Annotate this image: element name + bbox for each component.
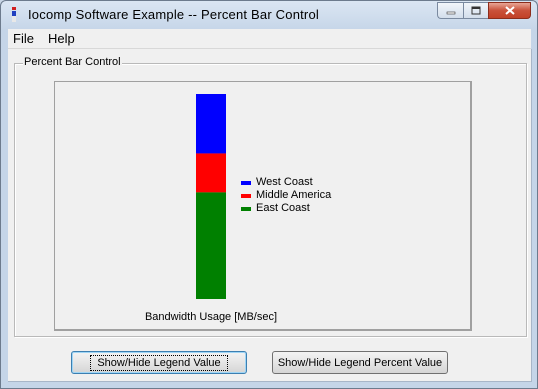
caption-buttons <box>437 2 531 20</box>
bar-title-label: Bandwidth Usage [MB/sec] <box>145 311 277 323</box>
close-button[interactable] <box>488 2 531 19</box>
legend-value-button-label: Show/Hide Legend Value <box>90 354 228 371</box>
groupbox-label: Percent Bar Control <box>23 56 122 68</box>
title-bar[interactable]: Iocomp Software Example -- Percent Bar C… <box>1 1 537 29</box>
legend-swatch <box>241 181 251 185</box>
legend-percent-button-label: Show/Hide Legend Percent Value <box>277 356 443 369</box>
window-title: Iocomp Software Example -- Percent Bar C… <box>28 7 319 22</box>
percent-bar-chart: West CoastMiddle AmericaEast Coast Bandwi… <box>145 94 332 323</box>
app-window: Iocomp Software Example -- Percent Bar C… <box>0 0 538 389</box>
bar-segment-west-coast <box>196 94 226 154</box>
bar-segment-middle-america <box>196 153 226 193</box>
bar-segment-east-coast <box>196 192 226 299</box>
close-icon <box>504 6 515 15</box>
minimize-icon <box>446 11 455 14</box>
app-icon <box>12 7 16 22</box>
maximize-button[interactable] <box>463 2 488 19</box>
legend-label: East Coast <box>256 202 310 214</box>
legend-swatch <box>241 194 251 198</box>
client-area: Percent Bar Control West Coast Middle Ame… <box>8 49 532 382</box>
menu-bar: File Help <box>8 29 531 49</box>
percent-bar-control[interactable]: West Coast Middle America East Coast Bandwi… <box>54 81 472 331</box>
percent-bar-groupbox: Percent Bar Control West Coast Middle Ame… <box>14 56 527 337</box>
show-hide-legend-percent-button[interactable]: Show/Hide Legend Percent Value <box>272 351 448 374</box>
minimize-button[interactable] <box>437 2 463 19</box>
menu-file[interactable]: File <box>13 31 34 46</box>
menu-help[interactable]: Help <box>48 31 75 46</box>
legend-label: Middle America <box>256 189 332 201</box>
show-hide-legend-value-button[interactable]: Show/Hide Legend Value <box>71 351 247 374</box>
maximize-icon <box>471 6 481 15</box>
legend-swatch <box>241 207 251 211</box>
legend-label: West Coast <box>256 176 313 188</box>
